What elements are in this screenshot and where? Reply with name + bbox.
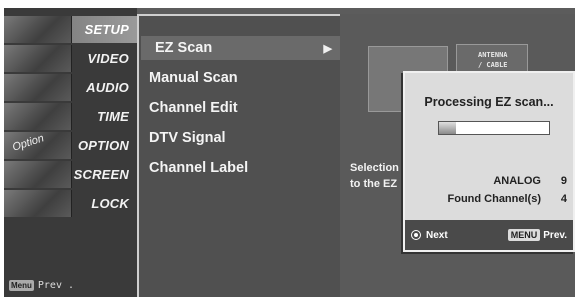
clock-thumbnail-icon	[4, 103, 72, 130]
analog-value: 9	[560, 175, 567, 187]
menu-item-screen[interactable]: SCREEN	[4, 161, 137, 188]
submenu-item-dtv-signal[interactable]: DTV Signal	[149, 126, 339, 150]
ok-button-icon	[411, 230, 421, 240]
antenna-label-line2: / CABLE	[478, 61, 508, 69]
menu-key-badge: Menu	[9, 280, 34, 291]
description-line2: to the EZ	[350, 178, 398, 190]
menu-item-time[interactable]: TIME	[4, 103, 137, 130]
main-menu-column: SETUP VIDEO AUDIO TIME Option OPTION SCR…	[4, 8, 137, 297]
video-thumbnail-icon	[4, 45, 72, 72]
scan-progress-fill	[439, 122, 456, 134]
submenu-item-label: Channel Label	[149, 160, 249, 176]
submenu-item-channel-edit[interactable]: Channel Edit	[149, 96, 339, 120]
audio-thumbnail-icon	[4, 74, 72, 101]
menu-item-setup[interactable]: SETUP	[4, 16, 137, 43]
prev-label: Prev.	[543, 229, 567, 241]
description-line1: Selection	[350, 162, 399, 174]
screen-thumbnail-icon	[4, 161, 72, 188]
scan-progress-bar	[438, 121, 550, 135]
menu-item-label: VIDEO	[87, 51, 129, 66]
submenu-item-label: Manual Scan	[149, 70, 238, 86]
menu-item-label: SETUP	[84, 22, 129, 37]
submenu-item-label: EZ Scan	[155, 40, 213, 56]
prev-label: Prev .	[37, 280, 75, 291]
found-channels-value: 4	[560, 193, 567, 205]
dialog-footer: Next MENU Prev.	[405, 220, 573, 250]
menu-key-badge: MENU	[507, 229, 541, 241]
antenna-label-line1: ANTENNA	[478, 51, 508, 59]
description-text: Selection to the EZ	[350, 160, 410, 192]
setup-submenu: EZ Scan ▶ Manual Scan Channel Edit DTV S…	[137, 14, 340, 297]
menu-item-label: OPTION	[77, 138, 129, 153]
dialog-title: Processing EZ scan...	[424, 95, 554, 109]
menu-item-label: AUDIO	[86, 80, 129, 95]
menu-item-video[interactable]: VIDEO	[4, 45, 137, 72]
next-button[interactable]: Next	[411, 230, 448, 241]
menu-item-lock[interactable]: LOCK	[4, 190, 137, 217]
option-thumbnail-icon: Option	[4, 132, 72, 159]
ez-scan-dialog: Processing EZ scan... ANALOG 9 Found Cha…	[403, 71, 575, 252]
next-label: Next	[426, 229, 448, 241]
found-channels-label: Found Channel(s)	[447, 193, 542, 205]
option-thumb-text: Option	[10, 132, 46, 154]
menu-prev-hint[interactable]: Menu Prev .	[9, 280, 74, 291]
setup-thumbnail-icon	[4, 16, 72, 43]
submenu-item-ez-scan[interactable]: EZ Scan ▶	[141, 36, 340, 60]
submenu-item-label: Channel Edit	[149, 100, 238, 116]
analog-label: ANALOG	[493, 175, 541, 187]
menu-item-option[interactable]: Option OPTION	[4, 132, 137, 159]
submenu-item-label: DTV Signal	[149, 130, 226, 146]
menu-item-audio[interactable]: AUDIO	[4, 74, 137, 101]
prev-button[interactable]: MENU Prev.	[507, 229, 567, 241]
submenu-item-manual-scan[interactable]: Manual Scan	[149, 66, 339, 90]
menu-item-label: TIME	[97, 109, 129, 124]
submenu-item-channel-label[interactable]: Channel Label	[149, 156, 339, 180]
menu-item-label: SCREEN	[73, 167, 129, 182]
arrow-right-icon: ▶	[323, 42, 332, 55]
lock-thumbnail-icon	[4, 190, 72, 217]
menu-item-label: LOCK	[91, 196, 129, 211]
analog-count-row: ANALOG 9	[415, 175, 567, 187]
antenna-cable-label: ANTENNA / CABLE	[478, 50, 508, 70]
found-channels-row: Found Channel(s) 4	[415, 193, 568, 205]
